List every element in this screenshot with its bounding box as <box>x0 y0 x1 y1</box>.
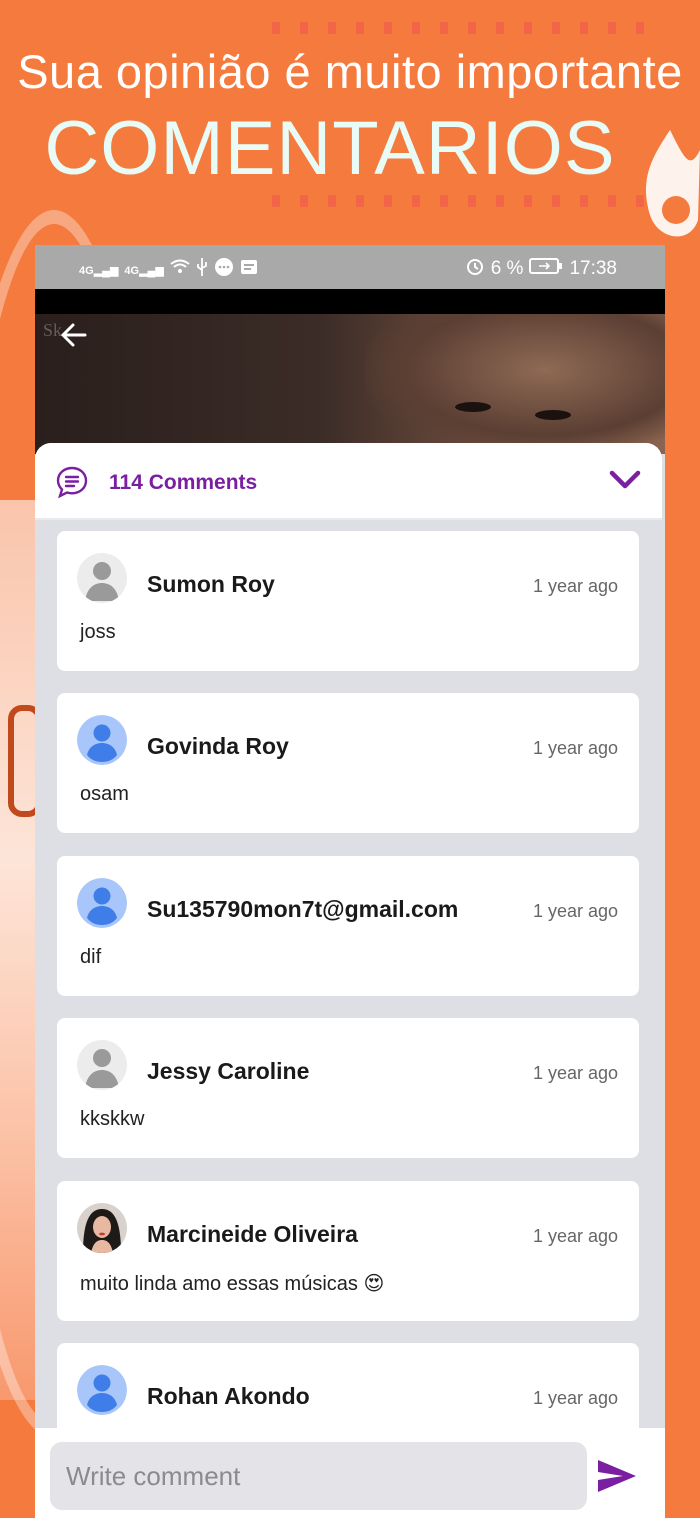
comment-card: Marcineide Oliveira 1 year ago muito lin… <box>57 1181 639 1321</box>
decorative-dash-row <box>272 195 644 207</box>
comment-text: joss <box>80 621 116 643</box>
send-icon[interactable] <box>595 1456 639 1496</box>
comment-time: 1 year ago <box>532 1388 618 1408</box>
signal-icon: 4G▂▄▆ <box>124 264 164 277</box>
comment-author[interactable]: Jessy Caroline <box>147 1058 309 1085</box>
comment-time: 1 year ago <box>532 576 618 596</box>
comment-author[interactable]: Rohan Akondo <box>147 1383 310 1410</box>
notification-icon <box>240 259 258 281</box>
comment-card: Su135790mon7t@gmail.com 1 year ago dif <box>57 856 639 996</box>
banner-headline: Sua opinião é muito importante <box>17 45 683 98</box>
back-button[interactable] <box>59 320 95 356</box>
comment-time: 1 year ago <box>532 738 618 758</box>
phone-screen: 4G▂▄▆ 4G▂▄▆ 6 % 17:38 Sk 114 Comments Su… <box>35 245 665 1518</box>
comment-time: 1 year ago <box>532 901 618 921</box>
comments-count: 114 Comments <box>109 471 258 494</box>
black-bar <box>35 289 665 314</box>
messenger-icon <box>214 257 234 283</box>
video-thumbnail: Sk <box>35 314 665 454</box>
comment-author[interactable]: Su135790mon7t@gmail.com <box>147 896 458 923</box>
decorative-dash-row <box>272 22 644 34</box>
signal-icon: 4G▂▄▆ <box>79 264 119 277</box>
battery-icon <box>529 257 563 281</box>
clock-time: 17:38 <box>569 258 617 279</box>
blue-avatar[interactable] <box>77 878 127 928</box>
status-bar: 4G▂▄▆ 4G▂▄▆ 6 % 17:38 <box>35 245 665 289</box>
eye-shape <box>535 410 571 420</box>
comment-text: kkskkw <box>80 1108 145 1130</box>
comment-text: dif <box>80 946 102 968</box>
comment-author[interactable]: Marcineide Oliveira <box>147 1221 358 1248</box>
comment-text: muito linda amo essas músicas 😍 <box>80 1273 385 1295</box>
battery-percent: 6 % <box>490 258 524 279</box>
banner-title: COMENTARIOS <box>44 106 616 191</box>
comment-composer <box>35 1428 665 1518</box>
alarm-icon <box>465 256 485 282</box>
comment-time: 1 year ago <box>532 1063 618 1083</box>
blue-avatar[interactable] <box>77 1365 127 1415</box>
comment-card: Jessy Caroline 1 year ago kkskkw <box>57 1018 639 1158</box>
blue-avatar[interactable] <box>77 715 127 765</box>
gray-avatar[interactable] <box>77 553 127 603</box>
comment-time: 1 year ago <box>532 1226 618 1246</box>
chat-icon <box>56 466 88 499</box>
back-arrow-icon <box>60 323 87 347</box>
comments-header: 114 Comments <box>35 443 662 520</box>
photo-avatar[interactable] <box>77 1203 127 1253</box>
comments-sheet: 114 Comments Sumon Roy 1 year ago joss G… <box>35 443 662 1518</box>
comment-card: Govinda Roy 1 year ago osam <box>57 693 639 833</box>
comment-input[interactable] <box>50 1442 587 1510</box>
face-image <box>365 314 665 454</box>
usb-icon <box>196 258 208 282</box>
wifi-icon <box>170 259 190 281</box>
eye-shape <box>455 402 491 412</box>
comment-card: Sumon Roy 1 year ago joss <box>57 531 639 671</box>
comment-author[interactable]: Sumon Roy <box>147 571 275 598</box>
comment-text: osam <box>80 783 129 805</box>
gray-avatar[interactable] <box>77 1040 127 1090</box>
comment-author[interactable]: Govinda Roy <box>147 733 289 760</box>
chevron-down-icon[interactable] <box>608 465 642 495</box>
